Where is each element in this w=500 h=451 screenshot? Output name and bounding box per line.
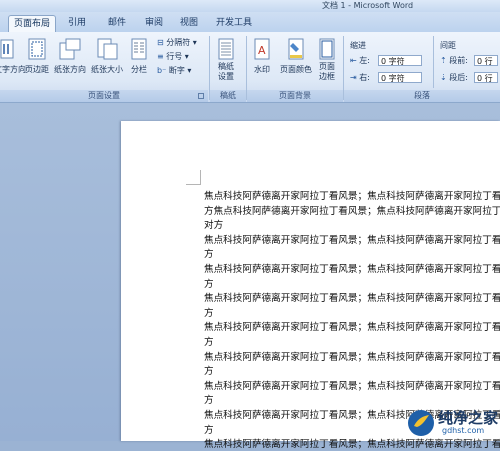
draft-settings-button[interactable]: 稿纸 设置 (212, 62, 240, 82)
spacing-after-text: 段后: (449, 73, 468, 82)
watermark-url: gdhst.com (442, 426, 485, 435)
hyphenation-label: 断字 ▾ (168, 66, 192, 75)
spacing-before-input[interactable]: 0 行 (474, 55, 498, 66)
breaks-label: 分隔符 ▾ (166, 38, 197, 47)
page-border-icon[interactable] (319, 38, 335, 64)
document-line[interactable]: 焦点科技阿萨德离开家阿拉丁看风景；焦点科技阿萨德离开家阿拉丁看 (204, 293, 500, 305)
watermark-button[interactable]: 水印 (249, 64, 275, 75)
document-line[interactable]: 方 (204, 395, 214, 407)
site-watermark: 纯净之家 gdhst.com (404, 404, 500, 441)
breaks-icon: ⊟ (157, 38, 164, 47)
page-color-button[interactable]: 页面颜色 (276, 64, 316, 75)
indent-right-label: ⇥ 右: (350, 72, 370, 83)
spacing-after-input[interactable]: 0 行 (474, 72, 498, 83)
indent-heading: 缩进 (350, 41, 366, 50)
document-line[interactable]: 焦点科技阿萨德离开家阿拉丁看风景；焦点科技阿萨德离开家阿拉丁看 (204, 381, 500, 393)
breaks-button[interactable]: ⊟ 分隔符 ▾ (157, 37, 197, 48)
tab-developer[interactable]: 开发工具 (210, 15, 258, 32)
document-line[interactable]: 焦点科技阿萨德离开家阿拉丁看风景；焦点科技阿萨德离开家阿拉丁看 (204, 352, 500, 364)
spacing-heading: 间距 (440, 41, 456, 50)
tab-view[interactable]: 视图 (172, 15, 206, 32)
draft-paper-icon[interactable] (218, 38, 234, 64)
indent-left-icon: ⇤ (350, 56, 357, 65)
page-background-label: 页面背景 (279, 91, 311, 100)
spacing-before-text: 段前: (449, 56, 468, 65)
tab-references[interactable]: 引用 (60, 15, 94, 32)
document-line[interactable]: 焦点科技阿萨德离开家阿拉丁看风景；焦点科技阿萨德离开家阿拉丁看 (204, 235, 500, 247)
draft-group-label: 稿纸 (210, 90, 246, 102)
document-line[interactable]: 方 (204, 308, 214, 320)
margins-button[interactable]: 页边距 (22, 64, 52, 75)
text-direction-icon[interactable] (0, 38, 14, 64)
indent-left-input[interactable]: 0 字符 (378, 55, 422, 66)
tab-review[interactable]: 审阅 (137, 15, 171, 32)
orientation-icon[interactable] (59, 38, 81, 64)
text-direction-button[interactable]: 文字方向 (0, 64, 26, 75)
line-numbers-button[interactable]: ≡ 行号 ▾ (157, 51, 189, 62)
document-page[interactable] (121, 121, 500, 441)
spacing-before-label: ⇡ 段前: (440, 55, 468, 66)
margins-icon[interactable] (28, 38, 46, 64)
paragraph-group-label: 段落 (344, 90, 500, 102)
line-numbers-icon: ≡ (157, 52, 164, 61)
paper-size-icon[interactable] (97, 38, 119, 64)
paragraph-label: 段落 (414, 91, 430, 100)
orientation-button[interactable]: 纸张方向 (52, 64, 88, 75)
page-setup-launcher-icon[interactable] (198, 93, 204, 99)
page-background-group-label: 页面背景 (247, 90, 343, 102)
margin-corner-mark (186, 170, 201, 185)
title-bar: 文档 1 - Microsoft Word (0, 0, 500, 12)
spacing-after-icon: ⇣ (440, 73, 447, 82)
spacing-after-label: ⇣ 段后: (440, 72, 468, 83)
document-line[interactable]: 方 (204, 425, 214, 437)
ribbon-tabs: 页面布局 引用 邮件 审阅 视图 开发工具 (0, 12, 500, 33)
hyphenation-button[interactable]: b⁻ 断字 ▾ (157, 65, 191, 76)
document-line[interactable]: 方 (204, 279, 214, 291)
watermark-icon[interactable]: A (254, 38, 270, 64)
document-line[interactable]: 方 (204, 366, 214, 378)
hyphenation-icon: b⁻ (157, 66, 167, 75)
indent-right-text: 右: (359, 73, 370, 82)
tab-mailings[interactable]: 邮件 (100, 15, 134, 32)
logo-icon (408, 410, 434, 436)
columns-button[interactable]: 分栏 (126, 64, 152, 75)
page-border-button[interactable]: 页面 边框 (313, 62, 341, 82)
document-line[interactable]: 对方 (204, 220, 223, 232)
document-line[interactable]: 焦点科技阿萨德离开家阿拉丁看风景；焦点科技阿萨德离开家阿拉丁看 (204, 322, 500, 334)
ribbon: 文字方向 页边距 纸张方向 纸张大小 分栏 ⊟ 分隔符 ▾ ≡ 行号 ▾ b⁻ … (0, 32, 500, 103)
watermark-title: 纯净之家 (438, 409, 499, 427)
indent-right-input[interactable]: 0 字符 (378, 72, 422, 83)
spacing-before-icon: ⇡ (440, 56, 447, 65)
indent-right-icon: ⇥ (350, 73, 357, 82)
page-setup-label: 页面设置 (88, 91, 120, 100)
document-line[interactable]: 方 (204, 249, 214, 261)
window-title: 文档 1 - Microsoft Word (322, 1, 414, 10)
svg-text:A: A (258, 44, 266, 57)
line-numbers-label: 行号 ▾ (166, 52, 189, 61)
draft-label: 稿纸 (220, 91, 236, 100)
document-line[interactable]: 方焦点科技阿萨德离开家阿拉丁看风景；焦点科技阿萨德离开家阿拉丁 (204, 206, 500, 218)
tab-page-layout[interactable]: 页面布局 (8, 15, 56, 32)
document-line[interactable]: 焦点科技阿萨德离开家阿拉丁看风景；焦点科技阿萨德离开家阿拉丁看 (204, 264, 500, 276)
columns-icon[interactable] (131, 38, 147, 64)
group-divider (433, 36, 434, 88)
indent-left-label: ⇤ 左: (350, 55, 370, 66)
page-color-icon[interactable] (288, 38, 304, 64)
document-line[interactable]: 焦点科技阿萨德离开家阿拉丁看风景；焦点科技阿萨德离开家阿拉丁看 (204, 191, 500, 203)
page-setup-group-label: 页面设置 (0, 90, 208, 102)
indent-left-text: 左: (359, 56, 370, 65)
document-line[interactable]: 方 (204, 337, 214, 349)
paper-size-button[interactable]: 纸张大小 (88, 64, 126, 75)
